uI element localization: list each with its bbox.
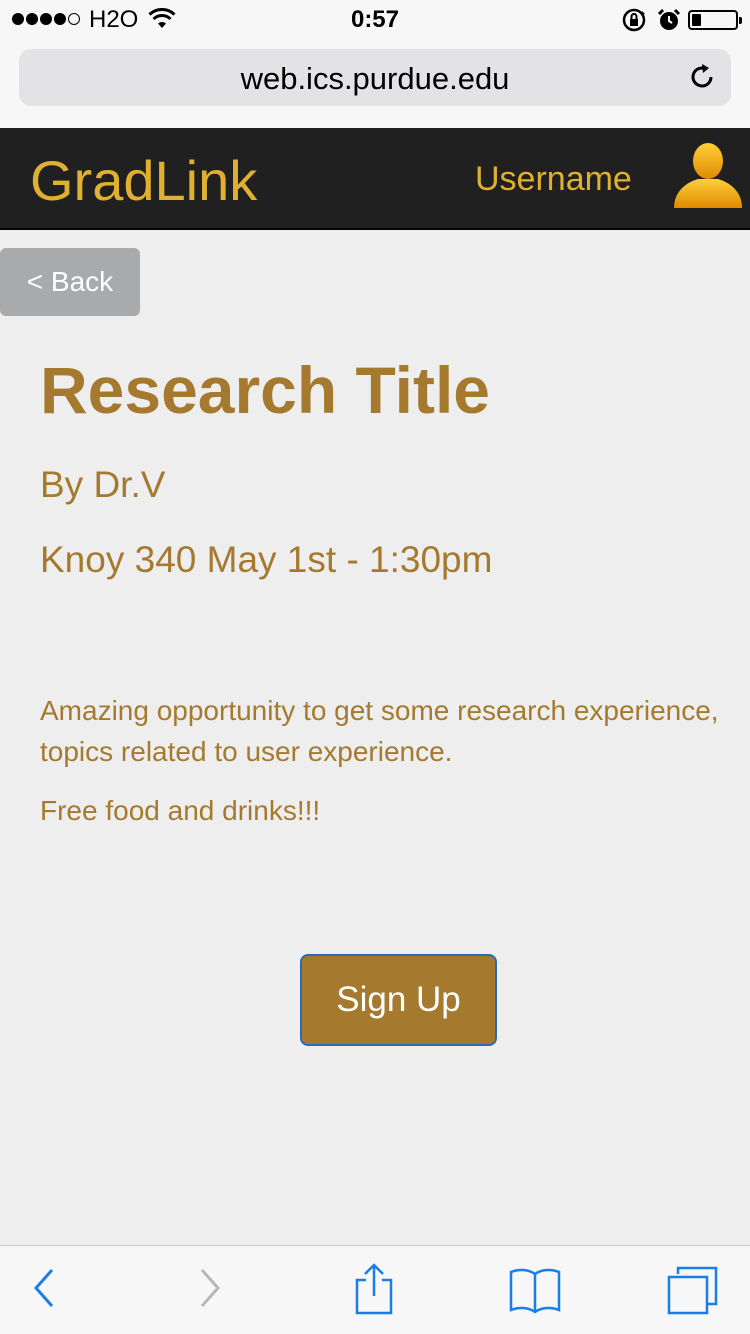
address-bar[interactable]: web.ics.purdue.edu [19, 49, 731, 106]
browser-address-area: web.ics.purdue.edu [0, 40, 750, 128]
location-time-label: Knoy 340 May 1st - 1:30pm [40, 539, 493, 580]
url-text[interactable]: web.ics.purdue.edu [19, 61, 731, 97]
extra-info-text: Free food and drinks!!! [40, 795, 321, 826]
research-title: Research Title [40, 353, 491, 427]
status-bar: H2O 0:57 [0, 0, 750, 40]
user-avatar-icon[interactable] [668, 138, 748, 223]
sign-up-button[interactable]: Sign Up [300, 954, 497, 1046]
tabs-icon[interactable] [666, 1264, 720, 1321]
reload-icon[interactable] [687, 62, 717, 97]
rotation-lock-icon [622, 8, 648, 37]
battery-icon [688, 10, 742, 30]
author-label: By Dr.V [40, 464, 166, 505]
app-header: GradLink Username [0, 128, 750, 230]
share-icon[interactable] [352, 1262, 396, 1321]
bookmarks-icon[interactable] [508, 1266, 562, 1319]
username-label[interactable]: Username [475, 160, 632, 199]
brand-logo[interactable]: GradLink [30, 148, 257, 213]
description-text: Amazing opportunity to get some research… [40, 695, 719, 767]
forward-arrow-icon[interactable] [196, 1266, 224, 1315]
alarm-icon [657, 8, 681, 37]
back-arrow-icon[interactable] [30, 1266, 58, 1315]
back-button[interactable]: < Back [0, 248, 140, 316]
browser-toolbar [0, 1245, 750, 1334]
